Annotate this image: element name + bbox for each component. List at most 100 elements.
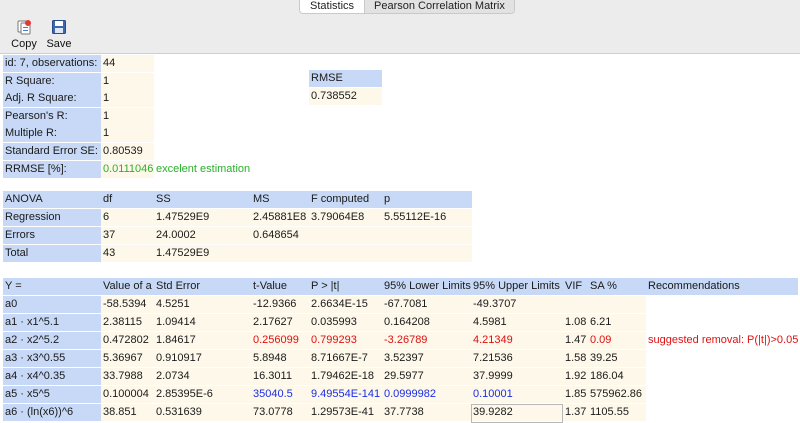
- anova-row-label: Total: [3, 245, 101, 262]
- coef-header: P > |t|: [309, 278, 382, 295]
- coef-cell: 1.08: [563, 314, 588, 331]
- coef-cell: 3.52397: [382, 350, 471, 367]
- coef-cell: [563, 296, 588, 313]
- rmse-label: RMSE: [309, 70, 382, 87]
- coef-cell: 1.09414: [154, 314, 251, 331]
- anova-header: SS: [154, 191, 251, 208]
- save-button[interactable]: Save: [42, 17, 76, 50]
- coef-cell: 2.38115: [101, 314, 154, 331]
- coef-cell: 6.21: [588, 314, 646, 331]
- coef-cell: [646, 368, 798, 385]
- anova-row-label: Errors: [3, 227, 101, 244]
- save-label: Save: [46, 38, 72, 50]
- coef-cell: 0.035993: [309, 314, 382, 331]
- coef-header: Y =: [3, 278, 101, 295]
- coef-row-label: a0: [3, 296, 101, 313]
- coef-cell: 0.10001: [471, 386, 563, 403]
- coef-row-label: a4 · x4^0.35: [3, 368, 101, 385]
- coef-cell: 1.29573E-41: [309, 404, 382, 421]
- coef-cell: 29.5977: [382, 368, 471, 385]
- tab-statistics[interactable]: Statistics: [300, 0, 366, 13]
- coef-cell: 1.84617: [154, 332, 251, 349]
- coef-cell: 0.799293: [309, 332, 382, 349]
- coef-row-label: a3 · x3^0.55: [3, 350, 101, 367]
- coef-row-label: a6 · (ln(x6))^6: [3, 404, 101, 421]
- copy-button[interactable]: Copy: [7, 17, 41, 50]
- copy-icon: [17, 20, 31, 35]
- summary-label: R Square:: [3, 73, 101, 90]
- coef-cell: 33.7988: [101, 368, 154, 385]
- coef-cell: -12.9366: [251, 296, 309, 313]
- summary-label: Multiple R:: [3, 125, 101, 142]
- coef-cell: 1.79462E-18: [309, 368, 382, 385]
- coef-cell: 0.0999982: [382, 386, 471, 403]
- summary-value: 0.80539: [101, 143, 154, 160]
- coef-header: 95% Upper Limits: [471, 278, 563, 295]
- anova-cell: [382, 245, 472, 262]
- rmse-value: 0.738552: [309, 88, 382, 105]
- coef-cell: 1.92: [563, 368, 588, 385]
- coef-cell: 1.58: [563, 350, 588, 367]
- coef-cell: [588, 296, 646, 313]
- anova-cell: 1.47529E9: [154, 245, 251, 262]
- coef-header: t-Value: [251, 278, 309, 295]
- coef-cell: 1.37: [563, 404, 588, 421]
- anova-cell: [309, 227, 382, 244]
- summary-label: id: 7, observations:: [3, 55, 101, 72]
- summary-value: 44: [101, 55, 154, 72]
- anova-cell: 2.45881E8: [251, 209, 309, 226]
- coef-cell: 0.256099: [251, 332, 309, 349]
- coef-cell: 35040.5: [251, 386, 309, 403]
- coef-cell: 5.36967: [101, 350, 154, 367]
- summary-value: 0.0111046: [101, 161, 154, 178]
- coef-cell: 0.531639: [154, 404, 251, 421]
- toolbar: Copy Save: [0, 14, 800, 54]
- coef-cell: 8.71667E-7: [309, 350, 382, 367]
- coef-cell: 2.0734: [154, 368, 251, 385]
- coef-cell: 2.17627: [251, 314, 309, 331]
- coef-cell: [646, 386, 798, 403]
- coef-header: SA %: [588, 278, 646, 295]
- coef-cell: 0.910917: [154, 350, 251, 367]
- summary-value: 1: [101, 125, 154, 142]
- anova-row-label: Regression: [3, 209, 101, 226]
- coef-cell: 0.100004: [101, 386, 154, 403]
- copy-label: Copy: [11, 38, 37, 50]
- coef-header: Recommendations: [646, 278, 798, 295]
- coef-header: 95% Lower Limits: [382, 278, 471, 295]
- summary-label: Adj. R Square:: [3, 90, 101, 107]
- rrmse-note: excelent estimation: [156, 163, 251, 175]
- coef-cell: 37.9999: [471, 368, 563, 385]
- coef-cell: 1105.55: [588, 404, 646, 421]
- coef-cell: 16.3011: [251, 368, 309, 385]
- anova-cell: 43: [101, 245, 154, 262]
- summary-label: Standard Error SE:: [3, 143, 101, 160]
- coef-cell: 0.472802: [101, 332, 154, 349]
- coef-cell: 37.7738: [382, 404, 471, 421]
- coef-cell: -3.26789: [382, 332, 471, 349]
- summary-label: Pearson's R:: [3, 108, 101, 125]
- coef-cell: 73.0778: [251, 404, 309, 421]
- coef-cell: [646, 296, 798, 313]
- coef-header: VIF: [563, 278, 588, 295]
- summary-value: 1: [101, 90, 154, 107]
- coef-cell: [646, 350, 798, 367]
- view-tabs: Statistics Pearson Correlation Matrix: [299, 0, 515, 14]
- coef-cell: 4.5981: [471, 314, 563, 331]
- coef-cell: 4.21349: [471, 332, 563, 349]
- coef-cell: 9.49554E-141: [309, 386, 382, 403]
- coef-cell: 7.21536: [471, 350, 563, 367]
- coef-cell: -49.3707: [471, 296, 563, 313]
- coef-cell: 575962.86: [588, 386, 646, 403]
- anova-cell: 6: [101, 209, 154, 226]
- coef-cell: 1.47: [563, 332, 588, 349]
- anova-cell: [382, 227, 472, 244]
- coef-cell: 0.09: [588, 332, 646, 349]
- anova-header: df: [101, 191, 154, 208]
- coef-cell: 0.164208: [382, 314, 471, 331]
- coef-cell: 186.04: [588, 368, 646, 385]
- coef-cell: [646, 314, 798, 331]
- anova-cell: 24.0002: [154, 227, 251, 244]
- tab-pearson-correlation-matrix[interactable]: Pearson Correlation Matrix: [365, 0, 514, 13]
- selected-cell-outline: [471, 404, 563, 423]
